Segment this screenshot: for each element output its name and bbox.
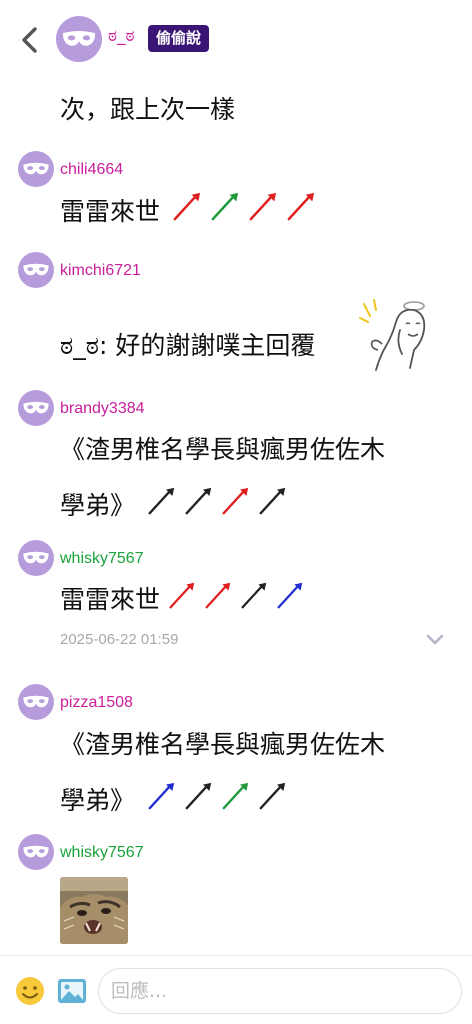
horn-icon <box>258 781 287 810</box>
mask-avatar-icon[interactable] <box>18 151 54 187</box>
mask-avatar-icon[interactable] <box>18 540 54 576</box>
horn-emoticons <box>147 479 287 535</box>
message-body: 雷雷來世 <box>60 585 161 614</box>
reply-username[interactable]: whisky7567 <box>60 844 144 862</box>
horn-icon <box>172 191 202 221</box>
message-text: 《渣男椎名學長與瘋男佐佐木 學弟》 <box>60 422 450 535</box>
reply-input[interactable] <box>98 968 462 1014</box>
image-icon[interactable] <box>56 975 88 1007</box>
reply-username[interactable]: pizza1508 <box>60 694 133 712</box>
message-body: 雷雷來世 <box>60 197 161 226</box>
horn-icon <box>248 191 278 221</box>
horn-icon <box>258 486 287 515</box>
horn-icon <box>147 486 176 515</box>
horn-icon <box>184 486 213 515</box>
message-body-line: 學弟》 <box>60 773 450 830</box>
horn-icon <box>204 581 232 609</box>
mask-avatar-icon[interactable] <box>18 834 54 870</box>
chevron-down-icon[interactable] <box>424 628 446 650</box>
message-body-line: 學弟》 <box>60 478 450 535</box>
reply-username[interactable]: brandy3384 <box>60 400 145 418</box>
message-body-line: 《渣男椎名學長與瘋男佐佐木 <box>60 435 386 464</box>
reply-username[interactable]: chili4664 <box>60 161 123 179</box>
message-text: 雷雷來世 <box>60 190 316 235</box>
horn-icon <box>147 781 176 810</box>
mask-avatar-icon[interactable] <box>56 16 102 62</box>
message-body-line-end: 學弟》 <box>60 491 136 520</box>
timestamp: 2025-06-22 01:59 <box>60 631 179 648</box>
horn-icon <box>221 486 250 515</box>
reply-bar <box>0 955 472 1024</box>
horn-emoticons <box>147 774 287 830</box>
message-body-line: 《渣男椎名學長與瘋男佐佐木 <box>60 730 386 759</box>
horn-icon <box>221 781 250 810</box>
horn-icon <box>276 581 304 609</box>
horn-emoticons <box>168 579 304 623</box>
message-text: 次，跟上次一樣 <box>60 95 236 124</box>
mask-avatar-icon[interactable] <box>18 390 54 426</box>
reply-username[interactable]: whisky7567 <box>60 550 144 568</box>
back-arrow-icon[interactable] <box>14 22 44 58</box>
message-text: 《渣男椎名學長與瘋男佐佐木 學弟》 <box>60 717 450 830</box>
horn-icon <box>184 781 213 810</box>
sticker-image[interactable] <box>356 296 438 374</box>
message-text: 雷雷來世 <box>60 578 304 623</box>
horn-emoticons <box>172 191 316 235</box>
emoji-icon[interactable] <box>14 975 46 1007</box>
header: ಠ_ಠ 偷偷說 <box>0 0 472 80</box>
mask-avatar-icon[interactable] <box>18 252 54 288</box>
header-username[interactable]: ಠ_ಠ <box>108 26 135 46</box>
anonymous-badge: 偷偷說 <box>148 25 210 52</box>
message-body-line-end: 學弟》 <box>60 786 136 815</box>
horn-icon <box>286 191 316 221</box>
reply-username[interactable]: kimchi6721 <box>60 262 141 280</box>
horn-icon <box>210 191 240 221</box>
message-text: ಠ_ಠ: 好的謝謝噗主回覆 <box>60 331 316 360</box>
cat-photo-thumbnail[interactable] <box>60 877 128 944</box>
horn-icon <box>240 581 268 609</box>
horn-icon <box>168 581 196 609</box>
mask-avatar-icon[interactable] <box>18 684 54 720</box>
